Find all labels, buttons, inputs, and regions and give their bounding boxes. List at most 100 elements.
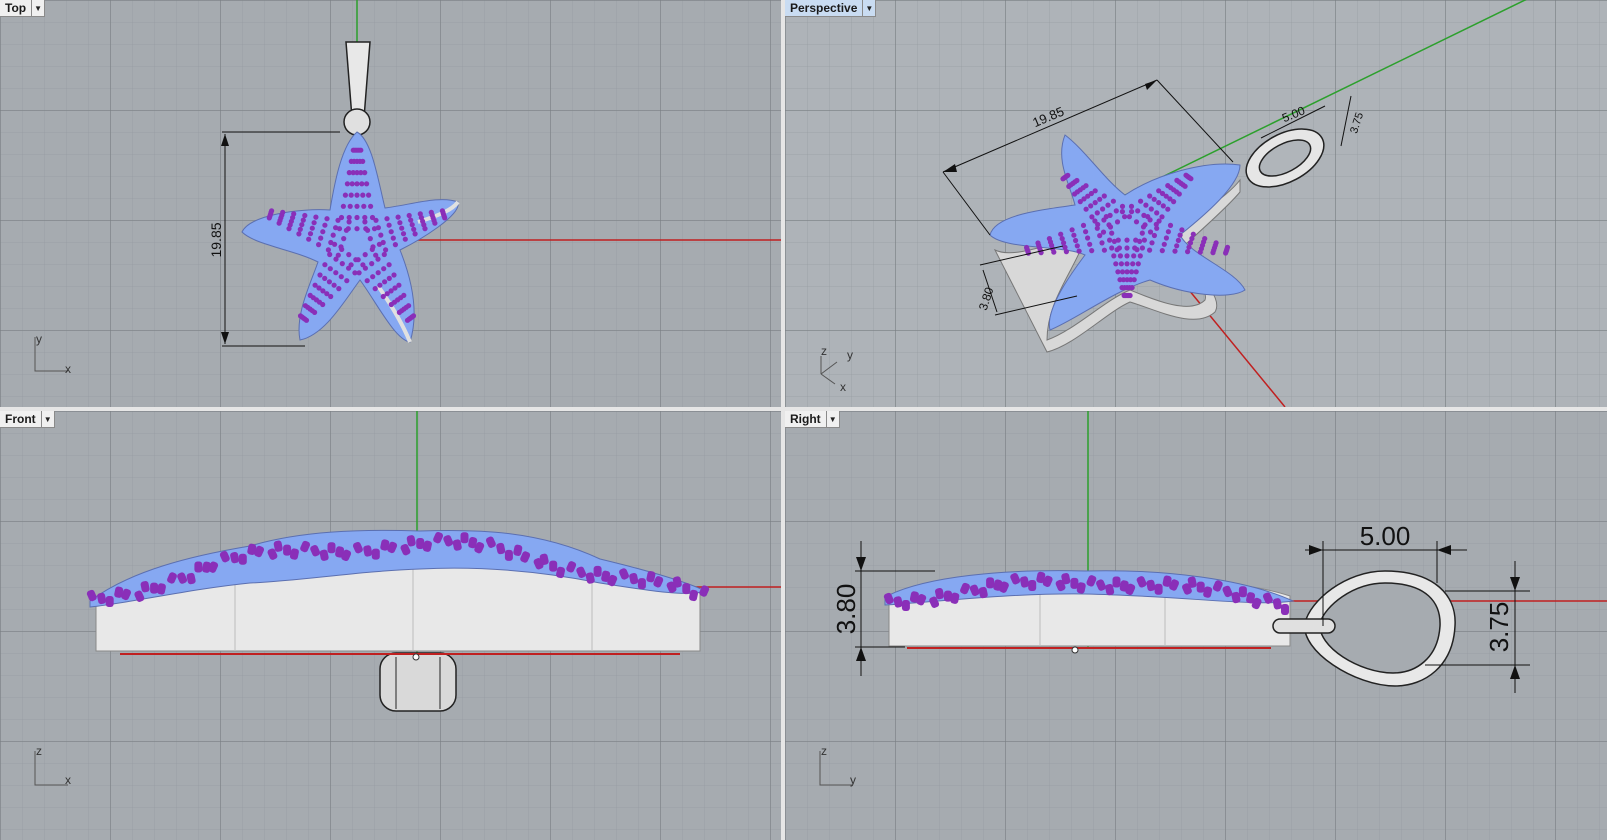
prong-dot bbox=[504, 549, 513, 561]
prong-dot bbox=[328, 239, 334, 246]
prong-dot bbox=[1119, 285, 1125, 291]
viewport-right-title: Right bbox=[790, 412, 821, 426]
chevron-down-icon[interactable]: ▼ bbox=[31, 0, 44, 16]
prong-dot bbox=[388, 301, 394, 308]
viewport-front[interactable]: Front ▼ z x bbox=[0, 411, 781, 840]
prong-dot bbox=[349, 181, 355, 187]
prong-dot bbox=[369, 246, 375, 252]
prong-dot bbox=[1174, 243, 1180, 249]
prong-dot bbox=[317, 272, 323, 278]
prong-dot bbox=[406, 212, 412, 219]
axis-label-z: z bbox=[821, 744, 827, 758]
prong-dot bbox=[1141, 237, 1147, 243]
dim-overall-length: 19.85 bbox=[208, 222, 224, 257]
prong-dot bbox=[362, 170, 368, 176]
prong-dot bbox=[1179, 227, 1185, 233]
viewport-perspective-label[interactable]: Perspective ▼ bbox=[785, 0, 877, 17]
prong-dot bbox=[1182, 183, 1188, 189]
prong-dot bbox=[1113, 261, 1119, 267]
prong-dot bbox=[1147, 193, 1153, 199]
prong-dot bbox=[1097, 196, 1103, 202]
prong-dot bbox=[1092, 218, 1098, 224]
prong-dot bbox=[1147, 229, 1154, 235]
prong-dot bbox=[311, 220, 317, 226]
prong-dot bbox=[637, 578, 646, 590]
prong-dot bbox=[442, 215, 448, 221]
prong-dot bbox=[1133, 219, 1140, 225]
prong-dot bbox=[302, 212, 308, 219]
prong-dot bbox=[375, 225, 381, 231]
prong-dot bbox=[327, 542, 336, 554]
prong-dot bbox=[327, 251, 333, 258]
prong-dot bbox=[335, 217, 341, 223]
prong-dot bbox=[299, 222, 305, 228]
chevron-down-icon[interactable]: ▼ bbox=[862, 0, 875, 16]
viewport-top-label[interactable]: Top ▼ bbox=[0, 0, 46, 17]
top-view-scene: 19.85 bbox=[208, 0, 781, 347]
prong-dot bbox=[346, 252, 352, 258]
viewport-right[interactable]: Right ▼ 3.80 5.00 3.75 z y bbox=[785, 411, 1607, 840]
prong-dot bbox=[360, 158, 366, 164]
prong-dot bbox=[320, 229, 326, 235]
prong-dot bbox=[1073, 237, 1079, 244]
prong-dot bbox=[1197, 249, 1203, 255]
prong-dot bbox=[343, 227, 349, 233]
prong-dot bbox=[390, 235, 396, 241]
prong-dot bbox=[105, 596, 114, 607]
prong-dot bbox=[1188, 176, 1194, 182]
prong-dot bbox=[358, 147, 364, 153]
viewport-perspective[interactable]: Perspective ▼ 19.85 3.80 5.00 3.75 z y x bbox=[785, 0, 1607, 407]
prong-dot bbox=[373, 217, 379, 223]
front-view-scene bbox=[86, 411, 781, 712]
prong-dot bbox=[1114, 247, 1120, 253]
prong-dot bbox=[342, 192, 348, 198]
prong-dot bbox=[354, 226, 360, 232]
prong-dot bbox=[354, 181, 360, 187]
prong-dot bbox=[360, 192, 366, 198]
viewport-front-label[interactable]: Front ▼ bbox=[0, 411, 55, 428]
prong-dot bbox=[1165, 229, 1171, 235]
prong-dot bbox=[391, 272, 397, 278]
prong-dot bbox=[280, 209, 286, 215]
prong-dot bbox=[392, 242, 398, 248]
viewport-perspective-title: Perspective bbox=[790, 1, 858, 15]
prong-dot bbox=[1154, 210, 1160, 216]
prong-dot bbox=[370, 274, 376, 280]
prong-dot bbox=[336, 286, 342, 292]
prong-dot bbox=[986, 577, 995, 589]
prong-dot bbox=[366, 192, 372, 198]
chevron-down-icon[interactable]: ▼ bbox=[40, 411, 54, 427]
prong-dot bbox=[341, 236, 347, 242]
prong-dot bbox=[238, 553, 247, 565]
prong-dot bbox=[396, 309, 402, 315]
prong-dot bbox=[1151, 232, 1157, 239]
chevron-down-icon[interactable]: ▼ bbox=[825, 411, 839, 427]
prong-dot bbox=[402, 236, 408, 242]
prong-dot bbox=[1069, 227, 1075, 233]
prong-dot bbox=[593, 565, 602, 577]
prong-dot bbox=[1071, 232, 1077, 238]
prong-dot bbox=[1189, 235, 1195, 242]
prong-dot bbox=[383, 247, 389, 253]
prong-dot bbox=[1159, 214, 1165, 220]
prong-dot bbox=[326, 279, 332, 285]
viewport-top[interactable]: Top ▼ 19.85 y x bbox=[0, 0, 781, 407]
prong-dot bbox=[338, 244, 344, 250]
viewport-front-title: Front bbox=[5, 412, 36, 426]
prong-dot bbox=[400, 231, 407, 237]
prong-dot bbox=[354, 214, 360, 221]
prong-dot bbox=[354, 203, 360, 209]
viewport-right-label[interactable]: Right ▼ bbox=[785, 411, 840, 428]
prong-dot bbox=[324, 216, 330, 222]
prong-dot bbox=[365, 227, 371, 233]
prong-dot bbox=[150, 582, 159, 594]
jump-ring bbox=[1272, 618, 1336, 634]
prong-dot bbox=[1147, 247, 1153, 253]
prong-dot bbox=[386, 262, 392, 268]
prong-dot bbox=[1117, 277, 1123, 283]
dim-bail-height: 3.75 bbox=[1348, 111, 1366, 135]
prong-dot bbox=[339, 261, 345, 267]
prong-dot bbox=[1080, 222, 1087, 228]
prong-dot bbox=[1148, 206, 1154, 212]
axis-label-z: z bbox=[36, 744, 42, 758]
